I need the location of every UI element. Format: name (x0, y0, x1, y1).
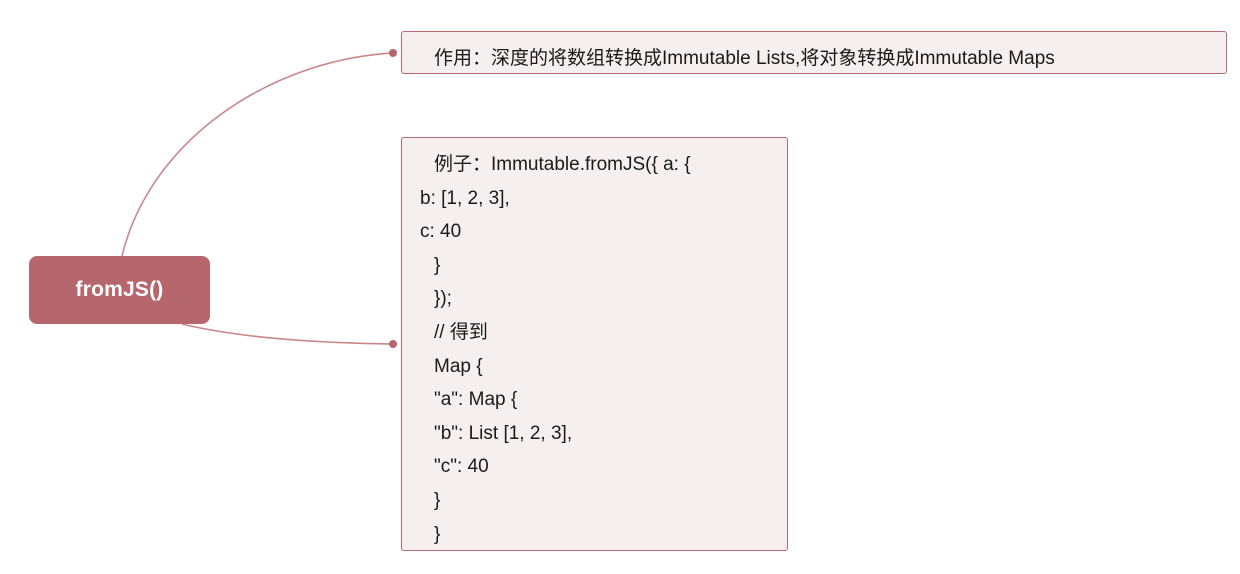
connector-end-dot (389, 49, 397, 57)
example-line: c: 40 (420, 221, 462, 243)
example-line: b: [1, 2, 3], (420, 187, 510, 209)
purpose-text: 作用：深度的将数组转换成Immutable Lists,将对象转换成Immuta… (434, 48, 1055, 69)
connector-to-example (181, 323, 394, 345)
example-line: "a": Map { (434, 389, 518, 411)
example-line: } (434, 254, 441, 276)
example-code-lines: 例子：Immutable.fromJS({ a: { b: [1, 2, 3], c… (402, 148, 787, 551)
purpose-node[interactable]: 作用：深度的将数组转换成Immutable Lists,将对象转换成Immuta… (401, 31, 1227, 74)
example-line: // 得到 (434, 321, 488, 343)
example-line: }); (434, 288, 452, 310)
example-line: "c": 40 (434, 456, 489, 478)
connector-end-dot (389, 340, 397, 348)
example-line: } (434, 489, 441, 511)
example-line: Map { (434, 355, 483, 377)
connector-to-purpose (121, 52, 394, 257)
example-line: } (434, 523, 441, 545)
root-node-fromjs[interactable]: fromJS() (29, 256, 210, 324)
example-line: 例子：Immutable.fromJS({ a: { (434, 154, 691, 175)
example-line: "b": List [1, 2, 3], (434, 422, 573, 444)
root-node-label: fromJS() (75, 278, 164, 301)
example-node[interactable]: 例子：Immutable.fromJS({ a: { b: [1, 2, 3], c… (401, 137, 788, 551)
